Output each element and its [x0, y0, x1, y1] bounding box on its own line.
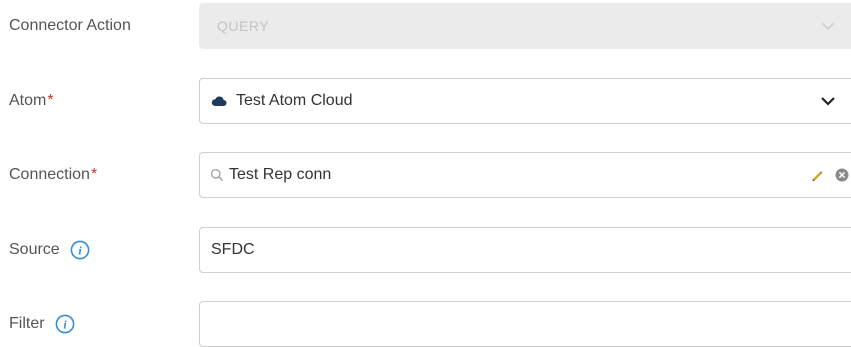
info-icon[interactable]: i [70, 240, 90, 260]
chevron-down-icon [816, 14, 840, 38]
connector-action-value: QUERY [217, 18, 270, 34]
connection-field[interactable]: Test Rep conn [199, 152, 851, 198]
atom-select[interactable]: Test Atom Cloud [199, 78, 851, 124]
cloud-icon [211, 95, 227, 107]
clear-icon[interactable] [834, 167, 850, 183]
connection-label: Connection * [9, 166, 98, 183]
connection-row: Connection * Test Rep conn [0, 152, 851, 198]
connection-value: Test Rep conn [229, 166, 332, 183]
filter-label: Filter i [9, 314, 75, 334]
connector-action-row: Connector Action QUERY [0, 3, 851, 49]
source-label: Source i [9, 240, 90, 260]
info-icon[interactable]: i [55, 314, 75, 334]
atom-row: Atom * Test Atom Cloud [0, 78, 851, 124]
connector-action-select[interactable]: QUERY [199, 3, 851, 49]
edit-pencil-icon[interactable] [810, 168, 824, 182]
source-value: SFDC [211, 241, 255, 258]
search-icon [210, 168, 224, 182]
atom-label: Atom * [9, 92, 54, 109]
chevron-down-icon [816, 89, 840, 113]
source-input[interactable]: SFDC [199, 227, 851, 273]
filter-input[interactable] [199, 301, 851, 347]
connector-action-label: Connector Action [9, 17, 131, 34]
atom-value: Test Atom Cloud [236, 92, 353, 109]
filter-row: Filter i [0, 301, 851, 347]
source-row: Source i SFDC [0, 227, 851, 273]
